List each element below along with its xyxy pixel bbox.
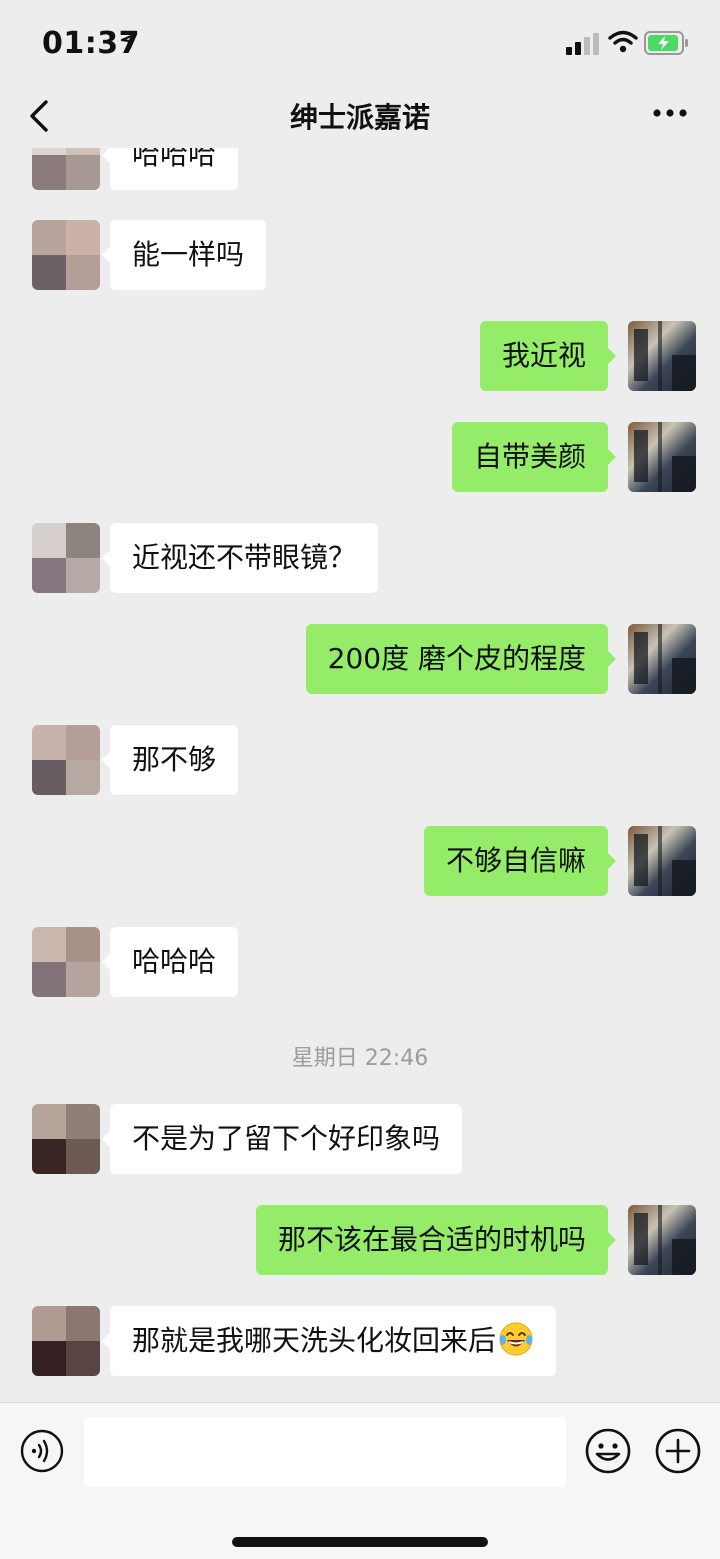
- message-bubble[interactable]: 我近视: [479, 321, 617, 391]
- message-bubble[interactable]: 近视还不带眼镜？: [101, 523, 379, 593]
- message-bubble[interactable]: 哈哈哈: [101, 148, 239, 190]
- message-text: 那就是我哪天洗头化妆回来后: [132, 1324, 497, 1357]
- my-avatar[interactable]: [628, 321, 696, 391]
- chat-message-list[interactable]: 哈哈哈 能一样吗 我近视 自带美颜 近视还不带眼镜？ 200度 磨个皮的程度 那…: [0, 148, 720, 1410]
- message-sent: 不够自信嘛: [0, 826, 720, 898]
- message-sent: 那不该在最合适的时机吗: [0, 1205, 720, 1277]
- my-avatar[interactable]: [628, 624, 696, 694]
- contact-avatar[interactable]: [32, 725, 100, 795]
- plus-icon[interactable]: [654, 1427, 702, 1475]
- home-indicator[interactable]: [232, 1537, 488, 1547]
- message-bubble[interactable]: 自带美颜: [451, 422, 617, 492]
- message-received: 不是为了留下个好印象吗: [0, 1104, 720, 1176]
- contact-avatar[interactable]: [32, 1306, 100, 1376]
- message-bubble[interactable]: 那不该在最合适的时机吗: [255, 1205, 617, 1275]
- contact-avatar[interactable]: [32, 523, 100, 593]
- contact-avatar[interactable]: [32, 927, 100, 997]
- location-arrow-icon: [120, 32, 138, 50]
- voice-icon[interactable]: [20, 1429, 64, 1473]
- my-avatar[interactable]: [628, 422, 696, 492]
- message-received: 哈哈哈: [0, 927, 720, 999]
- message-received: 那不够: [0, 725, 720, 797]
- contact-avatar[interactable]: [32, 1104, 100, 1174]
- message-received: 那就是我哪天洗头化妆回来后: [0, 1306, 720, 1378]
- message-bubble[interactable]: 不够自信嘛: [423, 826, 617, 896]
- input-bar: [0, 1402, 720, 1559]
- emoji-icon[interactable]: [584, 1427, 632, 1475]
- message-bubble[interactable]: 那就是我哪天洗头化妆回来后: [101, 1306, 557, 1376]
- message-received: 哈哈哈: [0, 148, 720, 192]
- message-received: 能一样吗: [0, 220, 720, 292]
- message-bubble[interactable]: 不是为了留下个好印象吗: [101, 1104, 463, 1174]
- status-bar: 01:37: [0, 0, 720, 88]
- message-bubble[interactable]: 哈哈哈: [101, 927, 239, 997]
- message-timestamp: 星期日 22:46: [291, 1046, 429, 1071]
- my-avatar[interactable]: [628, 1205, 696, 1275]
- message-sent: 我近视: [0, 321, 720, 393]
- chat-title: 绅士派嘉诺: [289, 101, 430, 134]
- laughing-tears-emoji-icon: [499, 1322, 533, 1356]
- wifi-icon: [608, 30, 638, 53]
- signal-icon: [566, 33, 599, 55]
- contact-avatar[interactable]: [32, 220, 100, 290]
- message-sent: 自带美颜: [0, 422, 720, 494]
- more-icon[interactable]: [648, 98, 692, 128]
- nav-bar: 绅士派嘉诺: [0, 88, 720, 148]
- message-bubble[interactable]: 200度 磨个皮的程度: [305, 624, 617, 694]
- message-bubble[interactable]: 那不够: [101, 725, 239, 795]
- message-sent: 200度 磨个皮的程度: [0, 624, 720, 696]
- message-received: 近视还不带眼镜？: [0, 523, 720, 595]
- message-input[interactable]: [84, 1417, 566, 1487]
- message-bubble[interactable]: 能一样吗: [101, 220, 267, 290]
- contact-avatar[interactable]: [32, 148, 100, 190]
- my-avatar[interactable]: [628, 826, 696, 896]
- battery-charging-icon: [644, 31, 688, 55]
